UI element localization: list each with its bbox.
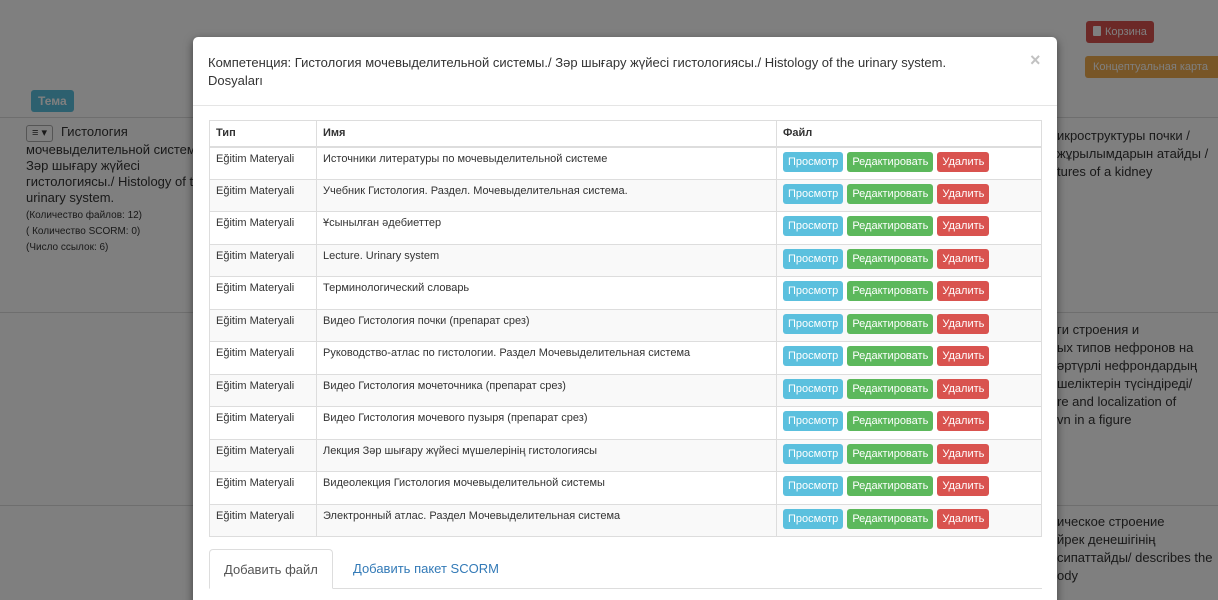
delete-button[interactable]: Удалить (937, 248, 990, 269)
file-type: Eğitim Materyali (209, 503, 317, 537)
table-row: Eğitim Materyali Лекция Зәр шығару жүйесі… (209, 438, 1042, 472)
file-type: Eğitim Materyali (209, 373, 317, 407)
view-button[interactable]: Просмотр (783, 378, 844, 399)
table-row: Eğitim Materyali Видео Гистология мочевог… (209, 406, 1042, 440)
file-type: Eğitim Materyali (209, 471, 317, 505)
file-name: Электронный атлас. Раздел Мочевыделитель… (316, 503, 777, 537)
column-header-type: Тип (209, 120, 317, 148)
tab-add-scorm[interactable]: Добавить пакет SCORM (339, 549, 513, 589)
file-actions: Просмотр Редактировать Удалить (776, 406, 1042, 440)
edit-button[interactable]: Редактировать (847, 183, 934, 204)
view-button[interactable]: Просмотр (783, 151, 844, 172)
table-row: Eğitim Materyali Электронный атлас. Разде… (209, 503, 1042, 537)
table-row: Eğitim Materyali Терминологический словар… (209, 276, 1042, 310)
file-name: Лекция Зәр шығару жүйесі мүшелерінің гис… (316, 438, 777, 472)
view-button[interactable]: Просмотр (783, 443, 844, 464)
column-header-file: Файл (776, 120, 1042, 148)
file-type: Eğitim Materyali (209, 276, 317, 310)
delete-button[interactable]: Удалить (937, 313, 990, 334)
delete-button[interactable]: Удалить (937, 411, 990, 431)
column-header-name: Имя (316, 120, 777, 148)
modal-header-divider (193, 105, 1057, 106)
file-type: Eğitim Materyali (209, 178, 317, 212)
file-actions: Просмотр Редактировать Удалить (776, 211, 1042, 245)
edit-button[interactable]: Редактировать (847, 216, 934, 236)
file-actions: Просмотр Редактировать Удалить (776, 438, 1042, 472)
files-modal: Компетенция: Гистология мочевыделительно… (193, 37, 1057, 600)
upload-tabs: Добавить файл Добавить пакет SCORM (209, 549, 1042, 589)
file-actions: Просмотр Редактировать Удалить (776, 341, 1042, 375)
table-row: Eğitim Materyali Ұсынылған әдебиеттер Прос… (209, 211, 1042, 245)
edit-button[interactable]: Редактировать (847, 476, 934, 496)
modal-title: Компетенция: Гистология мочевыделительно… (208, 55, 947, 88)
table-row: Eğitim Materyali Видео Гистология мочеточ… (209, 373, 1042, 407)
delete-button[interactable]: Удалить (937, 183, 990, 204)
file-actions: Просмотр Редактировать Удалить (776, 373, 1042, 407)
table-row: Eğitim Materyali Источники литературы по … (209, 146, 1042, 180)
file-type: Eğitim Materyali (209, 211, 317, 245)
files-table: Тип Имя Файл Eğitim Materyali Источники л… (209, 120, 1042, 537)
delete-button[interactable]: Удалить (937, 216, 990, 236)
table-row: Eğitim Materyali Видеолекция Гистология м… (209, 471, 1042, 505)
file-actions: Просмотр Редактировать Удалить (776, 243, 1042, 277)
edit-button[interactable]: Редактировать (847, 378, 934, 399)
tab-add-file[interactable]: Добавить файл (209, 549, 333, 589)
delete-button[interactable]: Удалить (937, 508, 990, 529)
file-name: Видео Гистология мочеточника (препарат с… (316, 373, 777, 407)
file-actions: Просмотр Редактировать Удалить (776, 146, 1042, 180)
view-button[interactable]: Просмотр (783, 216, 844, 236)
edit-button[interactable]: Редактировать (847, 508, 934, 529)
file-type: Eğitim Materyali (209, 406, 317, 440)
file-name: Lecture. Urinary system (316, 243, 777, 277)
view-button[interactable]: Просмотр (783, 346, 844, 366)
edit-button[interactable]: Редактировать (847, 151, 934, 172)
delete-button[interactable]: Удалить (937, 151, 990, 172)
file-type: Eğitim Materyali (209, 438, 317, 472)
file-actions: Просмотр Редактировать Удалить (776, 308, 1042, 342)
view-button[interactable]: Просмотр (783, 281, 844, 301)
table-row: Eğitim Materyali Lecture. Urinary system П… (209, 243, 1042, 277)
delete-button[interactable]: Удалить (937, 378, 990, 399)
delete-button[interactable]: Удалить (937, 476, 990, 496)
file-name: Видео Гистология мочевого пузыря (препар… (316, 406, 777, 440)
table-row: Eğitim Materyali Учебник Гистология. Разд… (209, 178, 1042, 212)
file-name: Источники литературы по мочевыделительно… (316, 146, 777, 180)
view-button[interactable]: Просмотр (783, 476, 844, 496)
delete-button[interactable]: Удалить (937, 346, 990, 366)
file-actions: Просмотр Редактировать Удалить (776, 471, 1042, 505)
file-type: Eğitim Materyali (209, 146, 317, 180)
table-row: Eğitim Materyali Видео Гистология почки (… (209, 308, 1042, 342)
file-name: Терминологический словарь (316, 276, 777, 310)
file-type: Eğitim Materyali (209, 308, 317, 342)
view-button[interactable]: Просмотр (783, 411, 844, 431)
view-button[interactable]: Просмотр (783, 183, 844, 204)
file-type: Eğitim Materyali (209, 243, 317, 277)
file-name: Видеолекция Гистология мочевыделительной… (316, 471, 777, 505)
edit-button[interactable]: Редактировать (847, 281, 934, 301)
file-actions: Просмотр Редактировать Удалить (776, 503, 1042, 537)
edit-button[interactable]: Редактировать (847, 313, 934, 334)
file-actions: Просмотр Редактировать Удалить (776, 276, 1042, 310)
file-name: Учебник Гистология. Раздел. Мочевыделите… (316, 178, 777, 212)
edit-button[interactable]: Редактировать (847, 248, 934, 269)
edit-button[interactable]: Редактировать (847, 443, 934, 464)
delete-button[interactable]: Удалить (937, 443, 990, 464)
view-button[interactable]: Просмотр (783, 313, 844, 334)
view-button[interactable]: Просмотр (783, 508, 844, 529)
table-header-row: Тип Имя Файл (209, 120, 1042, 148)
delete-button[interactable]: Удалить (937, 281, 990, 301)
file-name: Руководство-атлас по гистологии. Раздел … (316, 341, 777, 375)
edit-button[interactable]: Редактировать (847, 411, 934, 431)
edit-button[interactable]: Редактировать (847, 346, 934, 366)
file-actions: Просмотр Редактировать Удалить (776, 178, 1042, 212)
file-type: Eğitim Materyali (209, 341, 317, 375)
file-name: Видео Гистология почки (препарат срез) (316, 308, 777, 342)
table-row: Eğitim Materyali Руководство-атлас по гис… (209, 341, 1042, 375)
view-button[interactable]: Просмотр (783, 248, 844, 269)
file-name: Ұсынылған әдебиеттер (316, 211, 777, 245)
close-icon[interactable]: × (1030, 51, 1041, 69)
